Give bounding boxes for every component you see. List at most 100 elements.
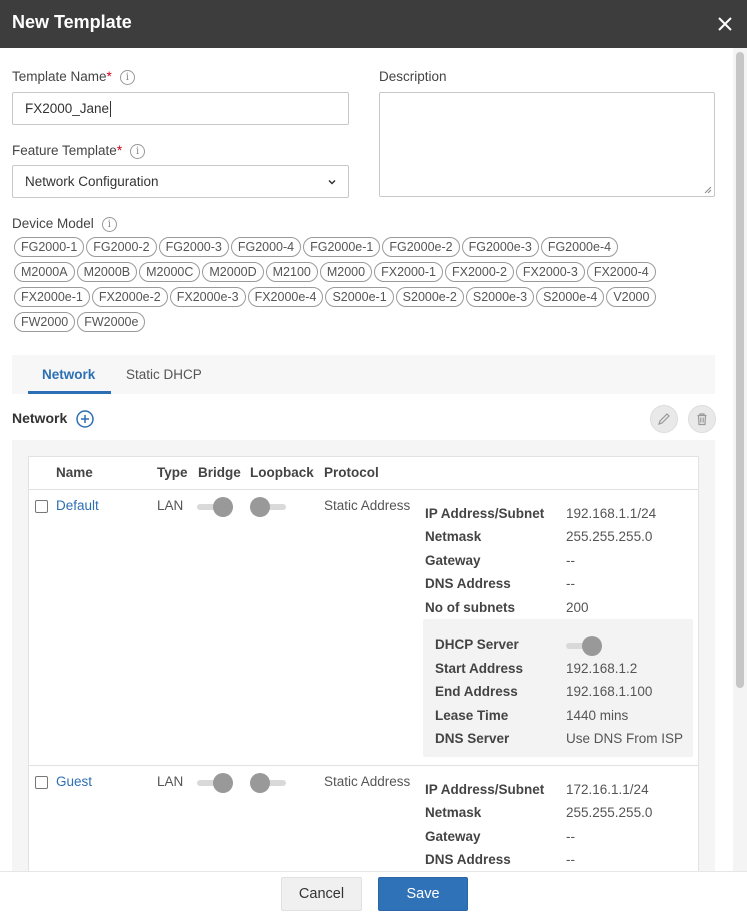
chevron-down-icon bbox=[328, 179, 336, 185]
column-header-protocol: Protocol bbox=[324, 465, 379, 480]
add-network-icon[interactable] bbox=[76, 410, 94, 428]
dhcp-server-toggle[interactable] bbox=[566, 636, 602, 656]
detail-key: DNS Address bbox=[425, 852, 511, 867]
tab-static-dhcp[interactable]: Static DHCP bbox=[126, 367, 202, 382]
description-label: Description bbox=[379, 69, 447, 84]
device-model-chip[interactable]: FX2000e-1 bbox=[14, 287, 90, 307]
device-model-chip[interactable]: FW2000e bbox=[77, 312, 146, 332]
template-name-value: FX2000_Jane bbox=[25, 101, 110, 116]
text-cursor bbox=[110, 100, 112, 117]
dhcp-value: Use DNS From ISP bbox=[566, 731, 684, 746]
info-icon[interactable]: i bbox=[101, 216, 117, 232]
delete-button[interactable] bbox=[688, 405, 716, 433]
device-model-chip[interactable]: FG2000e-3 bbox=[461, 237, 539, 257]
device-model-chip[interactable]: FG2000-4 bbox=[230, 237, 302, 257]
active-tab-indicator bbox=[28, 391, 111, 394]
device-model-chip[interactable]: M2000D bbox=[202, 262, 264, 282]
required-mark: * bbox=[116, 143, 123, 158]
column-header-name: Name bbox=[56, 465, 93, 480]
device-model-chip[interactable]: M2000A bbox=[14, 262, 75, 282]
loopback-toggle-default[interactable] bbox=[250, 497, 286, 517]
save-button[interactable]: Save bbox=[378, 877, 468, 911]
device-model-chip[interactable]: FW2000 bbox=[14, 312, 76, 332]
tab-network[interactable]: Network bbox=[42, 367, 95, 382]
detail-key: No of subnets bbox=[425, 600, 515, 615]
device-model-chip[interactable]: S2000e-1 bbox=[325, 287, 394, 307]
device-model-chip[interactable]: S2000e-4 bbox=[536, 287, 605, 307]
device-model-chip[interactable]: FX2000-4 bbox=[586, 262, 656, 282]
dhcp-key: DHCP Server bbox=[435, 637, 519, 652]
dhcp-value: 192.168.1.100 bbox=[566, 684, 653, 699]
device-model-chip[interactable]: FG2000e-4 bbox=[540, 237, 619, 257]
device-model-chip[interactable]: FX2000e-4 bbox=[247, 287, 324, 307]
device-model-chip[interactable]: FX2000-3 bbox=[515, 262, 585, 282]
device-model-chip[interactable]: FX2000-1 bbox=[374, 262, 443, 282]
loopback-toggle-guest[interactable] bbox=[250, 773, 286, 793]
device-model-chip[interactable]: M2100 bbox=[265, 262, 318, 282]
device-model-chip[interactable]: FG2000e-1 bbox=[303, 237, 381, 257]
device-model-chip[interactable]: M2000C bbox=[139, 262, 201, 282]
trash-icon bbox=[697, 413, 707, 426]
detail-value: -- bbox=[566, 852, 575, 867]
detail-value: 200 bbox=[566, 600, 589, 615]
close-icon[interactable] bbox=[713, 12, 737, 36]
dhcp-settings-box: DHCP Server Start Address 192.168.1.2 En… bbox=[423, 619, 693, 757]
toggle-knob bbox=[213, 773, 233, 793]
dhcp-key: DNS Server bbox=[435, 731, 510, 746]
description-textarea[interactable] bbox=[379, 92, 715, 197]
device-model-chip[interactable]: M2000B bbox=[76, 262, 138, 282]
device-model-chip[interactable]: S2000e-2 bbox=[395, 287, 464, 307]
feature-template-select[interactable]: Network Configuration bbox=[12, 165, 349, 198]
device-model-chip[interactable]: FG2000-3 bbox=[158, 237, 229, 257]
device-model-chip[interactable]: S2000e-3 bbox=[465, 287, 535, 307]
toggle-knob bbox=[213, 497, 233, 517]
template-name-input[interactable]: FX2000_Jane bbox=[12, 92, 349, 125]
device-model-chip[interactable]: FG2000-1 bbox=[14, 237, 85, 257]
bridge-toggle-guest[interactable] bbox=[197, 773, 233, 793]
detail-value: -- bbox=[566, 576, 575, 591]
network-protocol: Static Address bbox=[324, 498, 411, 513]
row-checkbox-default[interactable] bbox=[35, 500, 48, 513]
column-header-bridge: Bridge bbox=[198, 465, 241, 480]
device-model-chips: FG2000-1 FG2000-2 FG2000-3 FG2000-4 FG2000e-… bbox=[14, 237, 664, 337]
toggle-knob bbox=[582, 636, 602, 656]
device-model-label: Device Model i bbox=[12, 216, 117, 232]
device-model-chip[interactable]: V2000 bbox=[606, 287, 657, 307]
header-divider bbox=[29, 489, 698, 490]
network-name-guest[interactable]: Guest bbox=[56, 774, 92, 789]
dialog-title: New Template bbox=[12, 12, 132, 32]
info-icon[interactable]: i bbox=[119, 69, 135, 85]
detail-key: DNS Address bbox=[425, 576, 511, 591]
detail-key: Gateway bbox=[425, 553, 481, 568]
detail-key: Netmask bbox=[425, 805, 482, 820]
scrollbar[interactable] bbox=[733, 48, 747, 871]
detail-key: Gateway bbox=[425, 829, 481, 844]
dhcp-key: End Address bbox=[435, 684, 518, 699]
resize-grip-icon[interactable] bbox=[704, 186, 712, 194]
detail-key: Netmask bbox=[425, 529, 482, 544]
edit-button[interactable] bbox=[650, 405, 678, 433]
dhcp-key: Lease Time bbox=[435, 708, 509, 723]
device-model-chip[interactable]: FX2000e-3 bbox=[169, 287, 246, 307]
dhcp-key: Start Address bbox=[435, 661, 524, 676]
dhcp-value: 192.168.1.2 bbox=[566, 661, 638, 676]
cancel-button[interactable]: Cancel bbox=[281, 877, 362, 911]
network-name-default[interactable]: Default bbox=[56, 498, 99, 513]
feature-template-label: Feature Template* i bbox=[12, 143, 146, 159]
device-model-chip[interactable]: M2000 bbox=[319, 262, 373, 282]
bridge-toggle-default[interactable] bbox=[197, 497, 233, 517]
toggle-knob bbox=[250, 497, 270, 517]
detail-value: -- bbox=[566, 829, 575, 844]
device-model-chip[interactable]: FX2000e-2 bbox=[91, 287, 168, 307]
device-model-chip[interactable]: FG2000e-2 bbox=[382, 237, 460, 257]
device-model-chip[interactable]: FG2000-2 bbox=[86, 237, 157, 257]
feature-template-value: Network Configuration bbox=[25, 174, 159, 189]
detail-value: 255.255.255.0 bbox=[566, 529, 653, 544]
network-table-container: Name Type Bridge Loopback Protocol Defau… bbox=[12, 440, 715, 876]
scrollbar-thumb[interactable] bbox=[736, 52, 744, 688]
detail-key: IP Address/Subnet bbox=[425, 782, 545, 797]
required-mark: * bbox=[106, 69, 112, 84]
row-checkbox-guest[interactable] bbox=[35, 776, 48, 789]
device-model-chip[interactable]: FX2000-2 bbox=[445, 262, 514, 282]
info-icon[interactable]: i bbox=[130, 143, 146, 159]
